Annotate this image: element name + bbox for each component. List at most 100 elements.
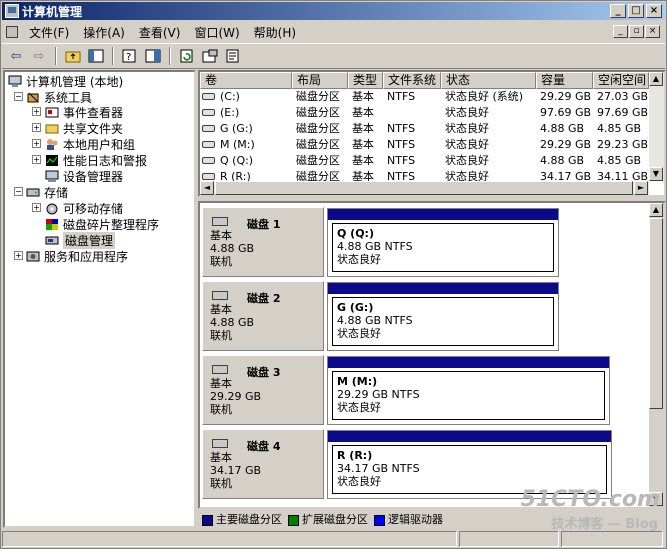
back-arrow-icon[interactable]: ⇦ bbox=[6, 46, 26, 66]
table-row[interactable]: Q (Q:) 磁盘分区 基本 NTFS 状态良好 4.88 GB 4.85 GB bbox=[200, 153, 649, 169]
menu-window[interactable]: 窗口(W) bbox=[187, 24, 246, 41]
scroll-left-button[interactable]: ◄ bbox=[200, 181, 214, 195]
legend-primary: 主要磁盘分区 bbox=[202, 511, 282, 527]
legend-label: 逻辑驱动器 bbox=[388, 513, 443, 526]
console-tree-icon[interactable] bbox=[143, 46, 163, 66]
menu-bar: 文件(F) 操作(A) 查看(V) 窗口(W) 帮助(H) _ ▫ × bbox=[2, 22, 665, 42]
menu-help[interactable]: 帮助(H) bbox=[247, 24, 303, 41]
tree-label: 可移动存储 bbox=[63, 201, 124, 216]
disk-graphical-view[interactable]: 磁盘 1 基本 4.88 GB 联机 Q (Q:) 4.88 GB NTFS 状态良好 磁盘 … bbox=[198, 201, 666, 509]
scroll-right-button[interactable]: ► bbox=[634, 181, 648, 195]
table-cell: 97.69 GB bbox=[597, 106, 649, 119]
volume-partition[interactable]: M (M:) 29.29 GB NTFS 状态良好 bbox=[327, 356, 610, 425]
volume-list[interactable]: 卷 布局 类型 文件系统 状态 容量 空闲空间 (C:) 磁盘分区 基本 NTFS 状态… bbox=[198, 70, 666, 197]
expand-toggle[interactable]: + bbox=[32, 203, 41, 212]
scroll-up-button[interactable]: ▲ bbox=[649, 203, 663, 217]
tree-label: 设备管理器 bbox=[63, 169, 124, 184]
expand-toggle[interactable]: − bbox=[14, 187, 23, 196]
volume-partition[interactable]: G (G:) 4.88 GB NTFS 状态良好 bbox=[327, 282, 559, 351]
expand-toggle[interactable]: + bbox=[14, 251, 23, 260]
tree-item-event-viewer[interactable]: 事件查看器 bbox=[45, 104, 123, 120]
volume-partition[interactable]: Q (Q:) 4.88 GB NTFS 状态良好 bbox=[327, 208, 559, 277]
services-icon bbox=[26, 250, 40, 263]
disk-info[interactable]: 磁盘 4 基本 34.17 GB 联机 bbox=[202, 429, 324, 499]
scroll-thumb[interactable] bbox=[649, 218, 663, 409]
table-row[interactable]: (E:) 磁盘分区 基本 状态良好 97.69 GB 97.69 GB bbox=[200, 105, 649, 121]
tree-item-removable-storage[interactable]: 可移动存储 bbox=[45, 200, 123, 216]
primary-partition-bar bbox=[328, 209, 558, 220]
disk-info[interactable]: 磁盘 3 基本 29.29 GB 联机 bbox=[202, 355, 324, 425]
expand-toggle[interactable]: + bbox=[32, 155, 41, 164]
table-row[interactable]: G (G:) 磁盘分区 基本 NTFS 状态良好 4.88 GB 4.85 GB bbox=[200, 121, 649, 137]
table-cell: 磁盘分区 bbox=[296, 154, 340, 167]
export-list-icon[interactable] bbox=[223, 46, 243, 66]
table-row[interactable]: (C:) 磁盘分区 基本 NTFS 状态良好 (系统) 29.29 GB 27.03 GB bbox=[200, 89, 649, 105]
legend-label: 扩展磁盘分区 bbox=[302, 513, 368, 526]
minimize-button[interactable]: _ bbox=[610, 4, 626, 18]
scroll-down-button[interactable]: ▼ bbox=[649, 167, 663, 181]
disk-view-scrollbar[interactable]: ▲ ▼ bbox=[649, 203, 664, 507]
expand-toggle[interactable]: + bbox=[32, 123, 41, 132]
console-tree[interactable]: 计算机管理 (本地) − 系统工具 + 事件查看器 + 共享文件夹 + 本地用户… bbox=[3, 70, 196, 528]
forward-arrow-icon[interactable]: ⇨ bbox=[29, 46, 49, 66]
table-cell: 29.23 GB bbox=[597, 138, 649, 151]
table-cell bbox=[385, 105, 441, 121]
legend-label: 主要磁盘分区 bbox=[216, 513, 282, 526]
disk-icon bbox=[212, 439, 228, 448]
table-cell: 4.88 GB bbox=[540, 154, 585, 167]
scroll-up-button[interactable]: ▲ bbox=[649, 72, 663, 86]
column-header-layout[interactable]: 布局 bbox=[292, 72, 348, 89]
tree-item-root[interactable]: 计算机管理 (本地) bbox=[8, 73, 123, 89]
mmc-icon[interactable] bbox=[5, 25, 19, 39]
list-vertical-scrollbar[interactable]: ▲ ▼ bbox=[649, 72, 664, 181]
tree-item-storage[interactable]: 存储 bbox=[26, 184, 68, 200]
disk-state: 联机 bbox=[210, 403, 232, 416]
menu-action[interactable]: 操作(A) bbox=[76, 24, 132, 41]
maximize-button[interactable]: □ bbox=[628, 4, 644, 18]
close-button[interactable]: × bbox=[646, 4, 662, 18]
list-horizontal-scrollbar[interactable]: ◄ ► bbox=[200, 181, 649, 195]
volume-details: G (G:) 4.88 GB NTFS 状态良好 bbox=[332, 297, 554, 346]
column-header-volume[interactable]: 卷 bbox=[200, 72, 292, 89]
column-header-capacity[interactable]: 容量 bbox=[536, 72, 593, 89]
tree-item-services[interactable]: 服务和应用程序 bbox=[26, 248, 128, 264]
table-cell: 97.69 GB bbox=[540, 106, 592, 119]
tree-item-local-users[interactable]: 本地用户和组 bbox=[45, 136, 135, 152]
column-header-status[interactable]: 状态 bbox=[441, 72, 536, 89]
volume-icon bbox=[202, 141, 215, 148]
up-folder-icon[interactable] bbox=[63, 46, 83, 66]
show-hide-tree-icon[interactable] bbox=[86, 46, 106, 66]
tree-label: 事件查看器 bbox=[63, 105, 124, 120]
scroll-thumb[interactable] bbox=[215, 181, 633, 195]
column-header-free-space[interactable]: 空闲空间 bbox=[593, 72, 649, 89]
mdi-close-button[interactable]: × bbox=[645, 25, 660, 38]
tree-item-shared-folders[interactable]: 共享文件夹 bbox=[45, 120, 123, 136]
disk-icon bbox=[212, 365, 228, 374]
table-row[interactable]: M (M:) 磁盘分区 基本 NTFS 状态良好 29.29 GB 29.23 GB bbox=[200, 137, 649, 153]
column-header-type[interactable]: 类型 bbox=[348, 72, 383, 89]
mdi-restore-button[interactable]: ▫ bbox=[629, 25, 644, 38]
disk-type: 基本 bbox=[210, 377, 232, 390]
expand-toggle[interactable]: + bbox=[32, 107, 41, 116]
disk-info[interactable]: 磁盘 2 基本 4.88 GB 联机 bbox=[202, 281, 324, 351]
table-cell: Q (Q:) bbox=[220, 154, 254, 167]
shared-folder-icon bbox=[45, 122, 59, 135]
status-panel bbox=[561, 531, 663, 547]
expand-toggle[interactable]: + bbox=[32, 139, 41, 148]
tree-item-disk-management[interactable]: 磁盘管理 bbox=[45, 231, 116, 249]
title-bar[interactable]: 计算机管理 _ □ × bbox=[2, 2, 665, 20]
refresh-icon[interactable] bbox=[177, 46, 197, 66]
help-icon[interactable]: ? bbox=[120, 46, 140, 66]
tree-item-perf-logs[interactable]: 性能日志和警报 bbox=[45, 152, 147, 168]
expand-toggle[interactable]: − bbox=[14, 92, 23, 101]
menu-file[interactable]: 文件(F) bbox=[22, 24, 76, 41]
column-header-filesystem[interactable]: 文件系统 bbox=[383, 72, 441, 89]
legend-logical: 逻辑驱动器 bbox=[374, 511, 443, 527]
properties-icon[interactable] bbox=[200, 46, 220, 66]
table-cell: 27.03 GB bbox=[597, 90, 649, 103]
disk-info[interactable]: 磁盘 1 基本 4.88 GB 联机 bbox=[202, 207, 324, 277]
tree-item-defrag[interactable]: 磁盘碎片整理程序 bbox=[45, 216, 159, 232]
menu-view[interactable]: 查看(V) bbox=[132, 24, 188, 41]
tree-item-device-manager[interactable]: 设备管理器 bbox=[45, 168, 123, 184]
mdi-minimize-button[interactable]: _ bbox=[613, 25, 628, 38]
